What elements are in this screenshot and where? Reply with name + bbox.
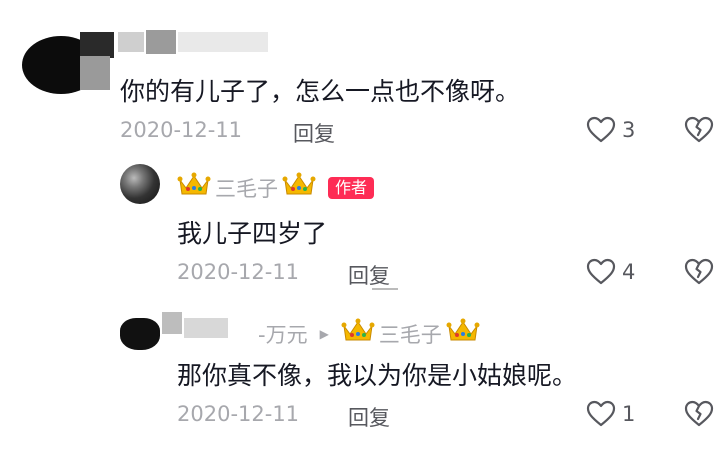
reply-author-name[interactable]: -万元	[258, 319, 308, 349]
reply-text: 我儿子四岁了	[177, 219, 328, 248]
cursor-underline	[372, 288, 398, 290]
triangle-right-icon: ▶	[319, 326, 329, 341]
broken-heart-icon	[684, 258, 714, 285]
avatar-redacted[interactable]	[120, 312, 230, 352]
heart-outline-icon	[586, 258, 616, 285]
avatar[interactable]	[120, 164, 160, 204]
reply-author-name[interactable]: 三毛子	[215, 173, 278, 203]
redaction-block	[146, 30, 176, 54]
reply-button[interactable]: 回复	[348, 260, 390, 290]
crown-icon	[446, 318, 480, 349]
dislike-button[interactable]	[684, 258, 714, 285]
redaction-block	[120, 318, 160, 350]
redaction-block	[80, 32, 114, 58]
dislike-button[interactable]	[684, 400, 714, 427]
broken-heart-icon	[684, 116, 714, 143]
heart-outline-icon	[586, 116, 616, 143]
like-count: 1	[622, 401, 636, 426]
username-redacted[interactable]	[118, 30, 268, 54]
comment-date: 2020-12-11	[120, 118, 243, 142]
redaction-block	[178, 32, 268, 52]
like-button[interactable]: 1	[586, 400, 635, 427]
reply-button[interactable]: 回复	[293, 118, 335, 148]
redaction-block	[184, 318, 228, 338]
crown-icon	[341, 318, 375, 349]
redaction-block	[80, 56, 110, 90]
reply-to-name[interactable]: 三毛子	[379, 319, 442, 349]
reply-author-line[interactable]: -万元 ▶ 三毛子	[258, 318, 480, 349]
comment-text: 你的有儿子了，怎么一点也不像呀。	[120, 77, 521, 106]
reply-date: 2020-12-11	[177, 402, 300, 426]
redaction-block	[162, 312, 182, 334]
crown-icon	[282, 172, 316, 203]
reply-date: 2020-12-11	[177, 260, 300, 284]
heart-outline-icon	[586, 400, 616, 427]
reply-author-line[interactable]: 三毛子 作者	[177, 172, 375, 203]
redaction-block	[118, 32, 144, 52]
like-count: 3	[622, 117, 636, 142]
avatar-redacted[interactable]	[22, 28, 114, 96]
broken-heart-icon	[684, 400, 714, 427]
like-count: 4	[622, 259, 636, 284]
reply-text: 那你真不像，我以为你是小姑娘呢。	[177, 361, 578, 390]
like-button[interactable]: 3	[586, 116, 635, 143]
dislike-button[interactable]	[684, 116, 714, 143]
like-button[interactable]: 4	[586, 258, 635, 285]
author-badge: 作者	[328, 176, 375, 199]
reply-button[interactable]: 回复	[348, 402, 390, 432]
crown-icon	[177, 172, 211, 203]
